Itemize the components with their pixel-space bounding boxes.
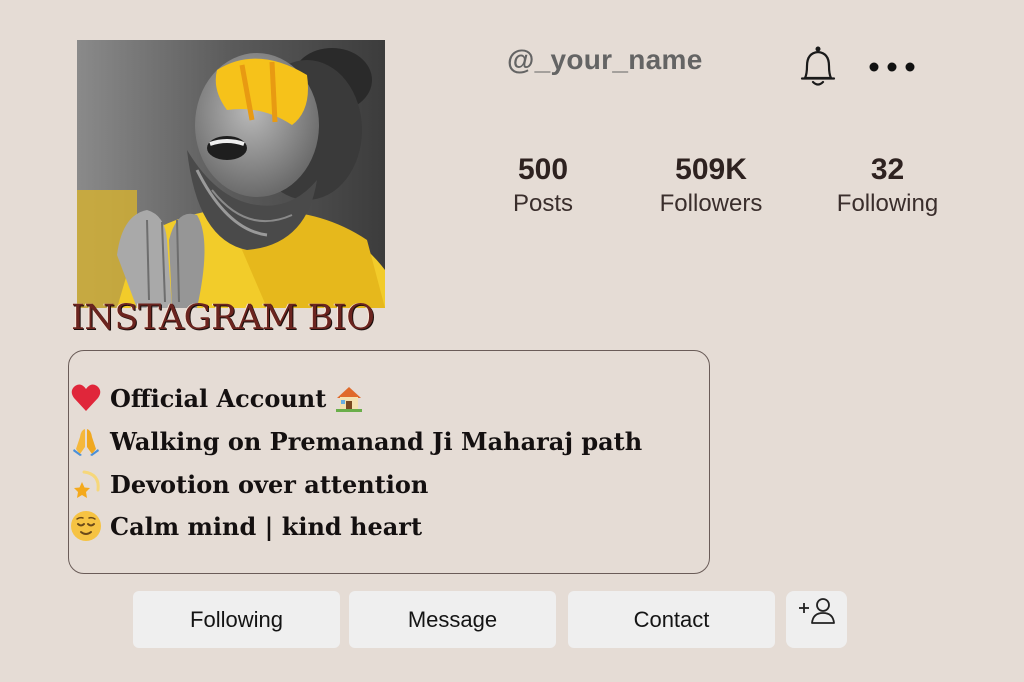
posts-label: Posts xyxy=(512,190,574,217)
add-person-icon xyxy=(798,597,835,624)
dizzy-star-icon xyxy=(74,470,100,498)
stat-followers[interactable]: 509K Followers xyxy=(641,152,781,220)
username[interactable]: @_your_name xyxy=(507,44,703,76)
stat-posts[interactable]: 500 Posts xyxy=(493,152,593,220)
bio-box: Official Account Walking on Premanand Ji… xyxy=(68,350,710,574)
bio-line: Walking on Premanand Ji Maharaj path xyxy=(70,423,642,459)
following-label: Following xyxy=(836,190,939,217)
bio-line: Official Account xyxy=(70,380,364,416)
bell-icon xyxy=(800,46,836,86)
folded-hands-icon xyxy=(73,429,99,456)
bio-heading: INSTAGRAM BIO xyxy=(71,298,375,338)
posts-count: 500 xyxy=(517,153,569,186)
house-icon xyxy=(336,387,363,412)
add-person-button[interactable] xyxy=(786,591,847,648)
bio-line-text: Devotion over attention xyxy=(110,469,429,499)
message-button[interactable]: Message xyxy=(349,591,556,648)
relieved-face-icon xyxy=(71,511,101,541)
red-heart-icon xyxy=(71,384,101,411)
bio-line-text: Official Account xyxy=(110,383,327,413)
contact-button[interactable]: Contact xyxy=(568,591,775,648)
more-horizontal-icon xyxy=(869,62,915,72)
followers-label: Followers xyxy=(659,190,763,217)
following-button[interactable]: Following xyxy=(133,591,340,648)
bio-line: Calm mind | kind heart xyxy=(70,508,422,544)
profile-photo[interactable] xyxy=(77,40,385,308)
notifications-button[interactable] xyxy=(798,44,838,88)
followers-count: 509K xyxy=(675,153,747,186)
bio-line-text: Calm mind | kind heart xyxy=(110,511,423,541)
stat-following[interactable]: 32 Following xyxy=(825,152,950,220)
bio-line: Devotion over attention xyxy=(70,466,428,502)
following-count: 32 xyxy=(870,153,905,186)
bio-line-text: Walking on Premanand Ji Maharaj path xyxy=(110,426,643,456)
more-options-button[interactable] xyxy=(866,52,922,82)
